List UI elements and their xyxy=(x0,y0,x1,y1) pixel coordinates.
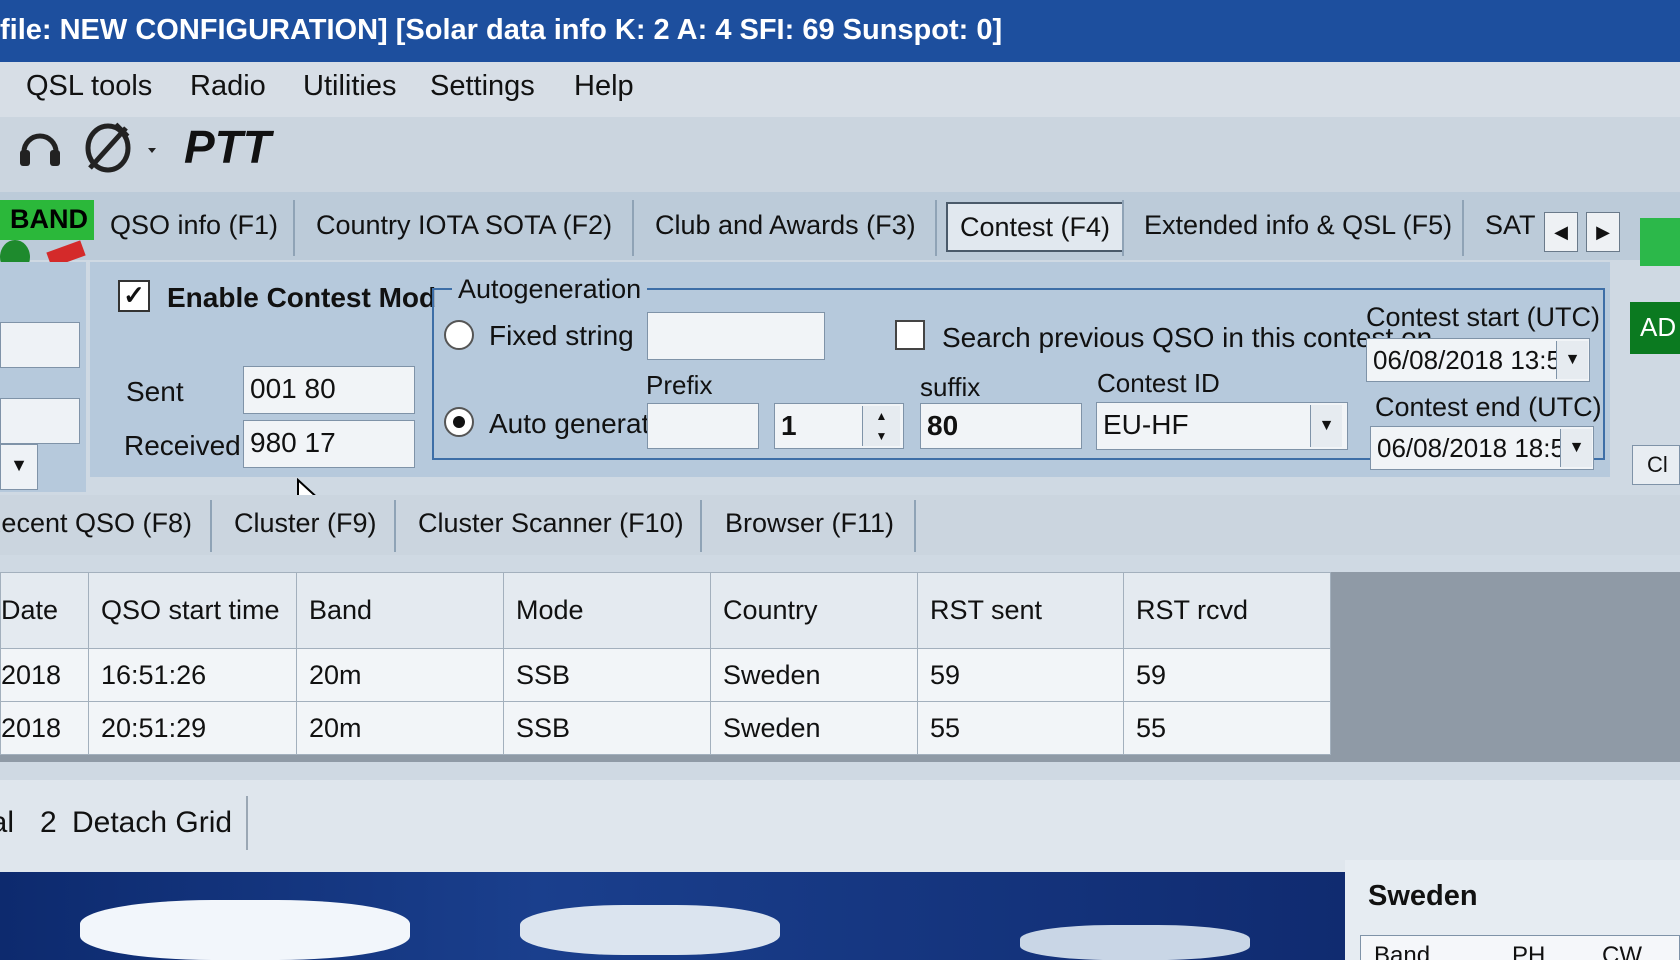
column-header-rst-rcvd[interactable]: RST rcvd xyxy=(1123,572,1331,649)
cell-band: 20m xyxy=(296,648,504,702)
tab-recent-qso[interactable]: Recent QSO (F8) xyxy=(0,508,192,539)
search-previous-checkbox[interactable] xyxy=(895,320,925,350)
auto-generate-label: Auto generate xyxy=(489,408,647,439)
prefix-field[interactable] xyxy=(647,403,759,449)
window-title: file: NEW CONFIGURATION] [Solar data inf… xyxy=(0,14,1003,46)
column-header-band: Band xyxy=(1374,942,1431,960)
tab-separator xyxy=(914,500,916,552)
enable-contest-checkbox[interactable]: ✓ xyxy=(118,280,150,312)
grid-header-row: Date QSO start time Band Mode Country RS… xyxy=(0,572,1331,649)
tab-country-iota-sota[interactable]: Country IOTA SOTA (F2) xyxy=(316,202,612,252)
table-row[interactable]: 2018 20:51:29 20m SSB Sweden 55 55 xyxy=(0,701,1331,755)
tab-separator xyxy=(1122,200,1124,256)
column-header-start-time[interactable]: QSO start time xyxy=(88,572,297,649)
menu-radio[interactable]: Radio xyxy=(190,70,266,103)
menu-qsl-tools[interactable]: QSL tools xyxy=(26,70,152,103)
cell-mode: SSB xyxy=(503,701,711,755)
cell-rst-rcvd: 55 xyxy=(1123,701,1331,755)
sent-label: Sent xyxy=(126,376,184,407)
column-header-country[interactable]: Country xyxy=(710,572,918,649)
band-label: BAND xyxy=(0,200,94,240)
tab-separator xyxy=(293,200,295,256)
ptt-button[interactable]: PTT xyxy=(184,120,271,174)
suffix-label: suffix xyxy=(920,372,981,402)
country-name: Sweden xyxy=(1368,880,1478,912)
tab-browser[interactable]: Browser (F11) xyxy=(725,508,894,539)
map-landmass xyxy=(520,905,780,955)
fixed-string-label: Fixed string xyxy=(489,320,634,351)
cell-start-time: 20:51:29 xyxy=(88,701,297,755)
tab-scroll-left-icon[interactable]: ◀ xyxy=(1544,212,1578,252)
tab-qso-info[interactable]: QSO info (F1) xyxy=(110,202,278,252)
column-header-band[interactable]: Band xyxy=(296,572,504,649)
qso-grid: Date QSO start time Band Mode Country RS… xyxy=(0,572,1331,755)
cell-country: Sweden xyxy=(710,701,918,755)
chevron-down-icon[interactable]: ▼ xyxy=(1556,341,1588,379)
map-landmass xyxy=(80,900,410,960)
column-header-mode[interactable]: Mode xyxy=(503,572,711,649)
prefix-label: Prefix xyxy=(646,370,713,400)
chevron-down-icon[interactable]: ▼ xyxy=(1310,405,1342,447)
fixed-string-field[interactable] xyxy=(647,312,825,360)
status-separator xyxy=(246,796,248,850)
tab-extended-info-qsl[interactable]: Extended info & QSL (F5) xyxy=(1144,202,1452,252)
contest-end-label: Contest end (UTC) xyxy=(1375,392,1602,422)
detach-grid-button[interactable]: Detach Grid xyxy=(72,806,232,840)
cell-rst-sent: 55 xyxy=(917,701,1124,755)
cell-country: Sweden xyxy=(710,648,918,702)
column-header-date[interactable]: Date xyxy=(0,572,89,649)
cell-mode: SSB xyxy=(503,648,711,702)
tab-scroll-right-icon[interactable]: ▶ xyxy=(1586,212,1620,252)
received-label: Received xyxy=(124,430,241,461)
tab-club-awards[interactable]: Club and Awards (F3) xyxy=(655,202,916,252)
table-row[interactable]: 2018 16:51:26 20m SSB Sweden 59 59 xyxy=(0,648,1331,702)
status-bar xyxy=(0,780,1680,872)
tab-cluster-scanner[interactable]: Cluster Scanner (F10) xyxy=(418,508,684,539)
cell-rst-sent: 59 xyxy=(917,648,1124,702)
auto-generate-radio[interactable] xyxy=(444,407,474,437)
count-value: 2 xyxy=(40,806,57,839)
tab-separator xyxy=(210,500,212,552)
map-landmass xyxy=(1020,925,1250,960)
tab-separator xyxy=(700,500,702,552)
tab-separator xyxy=(394,500,396,552)
counter-spinner[interactable]: ▲ ▼ xyxy=(862,406,900,446)
enable-contest-label: Enable Contest Mode xyxy=(167,282,437,313)
autogeneration-legend: Autogeneration xyxy=(452,274,648,305)
headset-icon[interactable] xyxy=(14,122,66,176)
tab-cluster[interactable]: Cluster (F9) xyxy=(234,508,377,539)
cell-start-time: 16:51:26 xyxy=(88,648,297,702)
contest-start-label: Contest start (UTC) xyxy=(1366,302,1601,332)
menu-utilities[interactable]: Utilities xyxy=(303,70,396,103)
satellite-dish-icon[interactable] xyxy=(80,118,160,178)
cell-band: 20m xyxy=(296,701,504,755)
menu-settings[interactable]: Settings xyxy=(430,70,535,103)
received-field[interactable]: 980 17 xyxy=(243,420,415,468)
left-field[interactable] xyxy=(0,322,80,368)
tab-separator xyxy=(935,200,937,256)
cell-rst-rcvd: 59 xyxy=(1123,648,1331,702)
cell-date: 2018 xyxy=(0,701,89,755)
column-header-ph: PH xyxy=(1512,942,1546,960)
suffix-field[interactable]: 80 xyxy=(920,403,1082,449)
menu-help[interactable]: Help xyxy=(574,70,634,103)
tab-separator xyxy=(1462,200,1464,256)
cell-date: 2018 xyxy=(0,648,89,702)
chevron-down-icon[interactable]: ▼ xyxy=(0,444,38,490)
column-header-cw: CW xyxy=(1602,942,1642,960)
fixed-string-radio[interactable] xyxy=(444,320,474,350)
contest-id-label: Contest ID xyxy=(1097,368,1220,398)
ad-button[interactable]: AD xyxy=(1630,302,1680,354)
column-header-rst-sent[interactable]: RST sent xyxy=(917,572,1124,649)
sent-field[interactable]: 001 80 xyxy=(243,366,415,414)
tab-contest[interactable]: Contest (F4) xyxy=(946,202,1125,252)
cl-button[interactable]: Cl xyxy=(1632,445,1680,485)
green-indicator-button[interactable] xyxy=(1640,218,1680,266)
count-label: Total: xyxy=(0,806,14,839)
left-field[interactable] xyxy=(0,398,80,444)
tab-separator xyxy=(632,200,634,256)
chevron-down-icon[interactable]: ▼ xyxy=(1560,429,1592,467)
search-previous-label: Search previous QSO in this contest only xyxy=(942,322,1432,353)
tab-sat[interactable]: SAT xyxy=(1485,202,1540,252)
